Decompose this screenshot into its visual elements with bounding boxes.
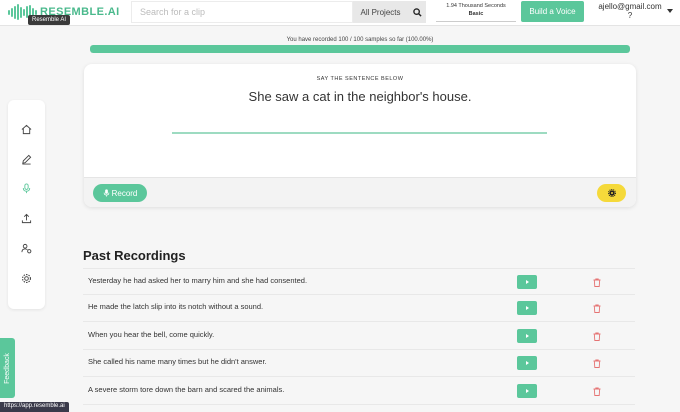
sidebar xyxy=(8,100,45,309)
recording-row: She called his name many times but he di… xyxy=(83,350,635,377)
play-button[interactable] xyxy=(517,384,537,398)
delete-button[interactable] xyxy=(592,358,601,368)
trash-icon xyxy=(593,278,600,287)
record-label: Record xyxy=(111,188,138,198)
build-voice-button[interactable]: Build a Voice xyxy=(521,1,584,22)
upload-icon xyxy=(21,213,32,224)
recording-text: Yesterday he had asked her to marry him … xyxy=(88,276,308,285)
top-bar: RESEMBLE.AI Resemble AI Search for a cli… xyxy=(0,0,680,26)
home-icon xyxy=(21,124,32,135)
recording-text: He made the latch slip into its notch wi… xyxy=(88,302,264,311)
pencil-icon xyxy=(22,154,32,165)
play-button[interactable] xyxy=(517,356,537,370)
search-input[interactable]: Search for a clip xyxy=(131,1,353,23)
gear-icon xyxy=(22,274,31,283)
projects-dropdown[interactable]: All Projects xyxy=(353,1,408,23)
waveform-display xyxy=(172,132,547,134)
trash-icon xyxy=(593,332,600,341)
user-menu[interactable]: ajello@gmail.com ? xyxy=(592,2,668,20)
settings-button[interactable] xyxy=(597,184,626,202)
card-footer: Record xyxy=(84,177,636,207)
microphone-icon xyxy=(103,189,109,197)
status-url: https://app.resemble.ai xyxy=(0,402,69,412)
credits-indicator[interactable]: 1.94 Thousand Seconds Basic xyxy=(436,2,516,22)
sentence-prompt: She saw a cat in the neighbor's house. xyxy=(248,89,472,104)
play-button[interactable] xyxy=(517,329,537,343)
brand-tooltip: Resemble AI xyxy=(28,15,71,25)
search-button[interactable] xyxy=(408,1,426,23)
record-button[interactable]: Record xyxy=(93,184,147,202)
play-icon xyxy=(525,306,529,310)
recording-row: He made the latch slip into its notch wi… xyxy=(83,295,635,322)
recording-card: SAY THE SENTENCE BELOW She saw a cat in … xyxy=(84,64,636,207)
user-settings-icon xyxy=(21,243,32,254)
sidebar-item-record[interactable] xyxy=(19,181,34,196)
recording-text: A severe storm tore down the barn and sc… xyxy=(88,385,285,394)
delete-button[interactable] xyxy=(592,303,601,313)
gear-icon xyxy=(607,189,616,197)
delete-button[interactable] xyxy=(592,277,601,287)
recording-row: Yesterday he had asked her to marry him … xyxy=(83,268,635,295)
progress-bar xyxy=(90,45,630,53)
recording-text: When you hear the bell, come quickly. xyxy=(88,330,215,339)
recording-text: She called his name many times but he di… xyxy=(88,357,267,366)
sidebar-item-home[interactable] xyxy=(19,122,34,137)
progress-fill xyxy=(90,45,630,53)
sidebar-item-settings[interactable] xyxy=(19,271,34,286)
play-button[interactable] xyxy=(517,301,537,315)
sidebar-item-users[interactable] xyxy=(19,241,34,256)
plan-name: Basic xyxy=(468,11,484,17)
feedback-tab[interactable]: Feedback xyxy=(0,338,15,398)
user-email: ajello@gmail.com xyxy=(598,2,662,11)
play-icon xyxy=(525,280,529,284)
chevron-down-icon[interactable] xyxy=(667,9,673,13)
microphone-icon xyxy=(22,183,31,194)
play-icon xyxy=(525,361,529,365)
sidebar-item-upload[interactable] xyxy=(19,211,34,226)
credits-amount: 1.94 Thousand Seconds xyxy=(446,3,506,9)
trash-icon xyxy=(593,387,600,396)
play-icon xyxy=(525,389,529,393)
recording-row: When you hear the bell, come quickly. xyxy=(83,323,635,350)
feedback-label: Feedback xyxy=(4,352,11,384)
progress-text: You have recorded 100 / 100 samples so f… xyxy=(286,37,434,43)
trash-icon xyxy=(593,304,600,313)
instruction-label: SAY THE SENTENCE BELOW xyxy=(316,76,404,82)
recording-row: A severe storm tore down the barn and sc… xyxy=(83,378,635,405)
search-icon xyxy=(412,7,422,17)
user-extra: ? xyxy=(627,11,633,20)
play-button[interactable] xyxy=(517,275,537,289)
past-recordings-title: Past Recordings xyxy=(83,248,186,263)
play-icon xyxy=(525,334,529,338)
delete-button[interactable] xyxy=(592,331,601,341)
sidebar-item-edit[interactable] xyxy=(19,152,34,167)
delete-button[interactable] xyxy=(592,386,601,396)
trash-icon xyxy=(593,359,600,368)
